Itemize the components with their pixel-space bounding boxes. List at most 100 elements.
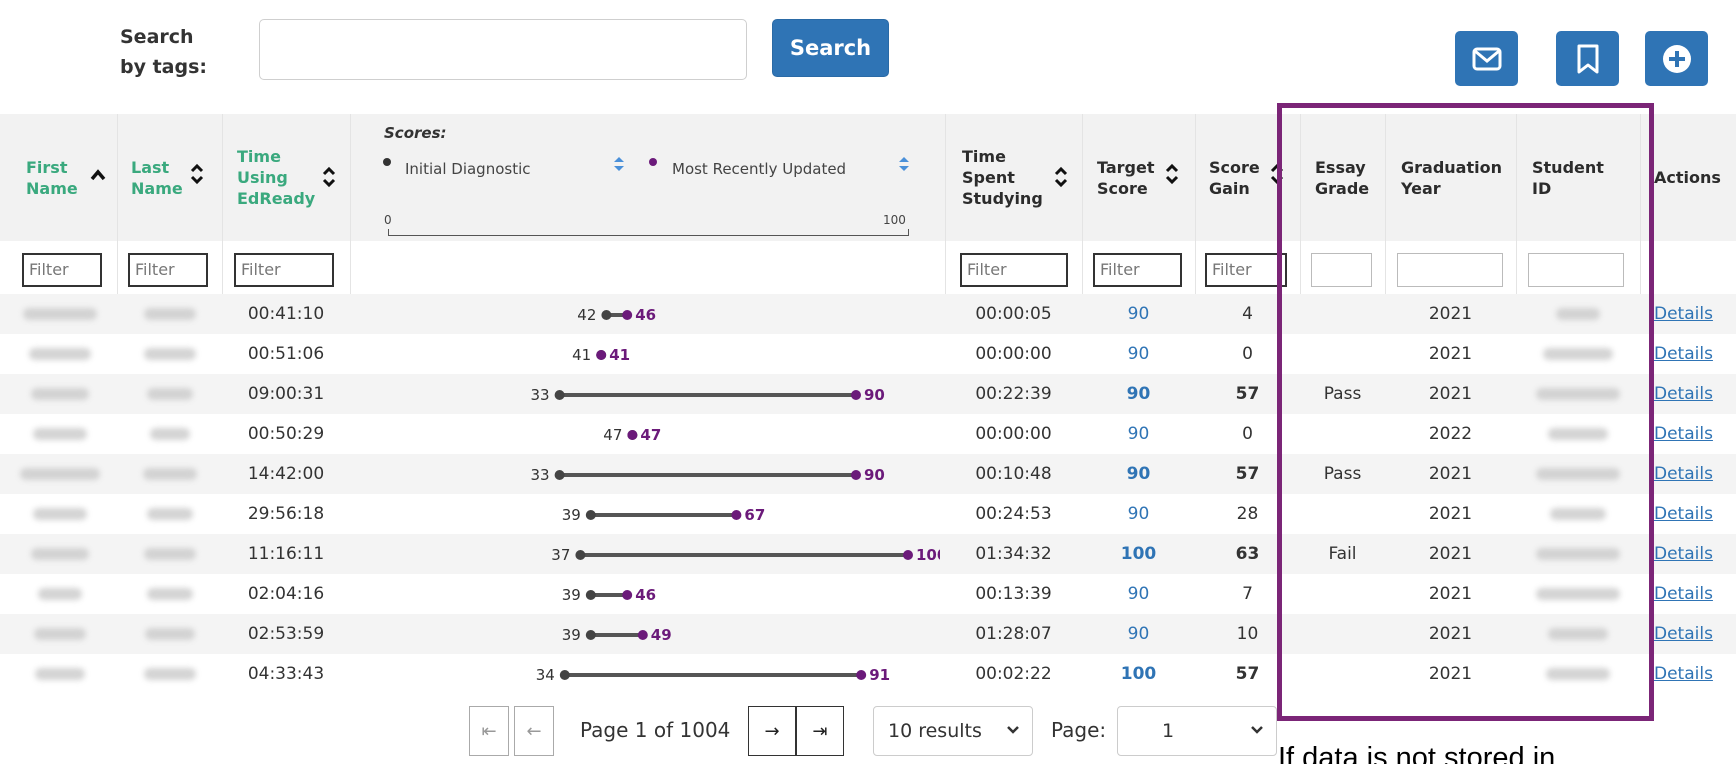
score-dumbbell: 34 91 xyxy=(536,666,890,684)
bookmark-icon xyxy=(1577,44,1598,73)
cell-time-spent: 00:13:39 xyxy=(975,584,1052,604)
initial-score-dot xyxy=(554,470,565,480)
sort-icon[interactable] xyxy=(1165,163,1179,185)
results-per-page-select[interactable]: 10 results xyxy=(873,706,1033,756)
details-link[interactable]: Details xyxy=(1654,464,1713,484)
sort-ascending-icon[interactable] xyxy=(90,169,106,181)
first-name-redacted xyxy=(31,548,89,560)
filter-score-gain[interactable]: Filter xyxy=(1205,253,1287,287)
recent-score-dot xyxy=(622,310,633,320)
initial-score-dot xyxy=(554,390,565,400)
initial-score-label: 33 xyxy=(531,386,550,404)
last-page-button[interactable]: ⇥ xyxy=(796,706,844,756)
prev-page-button[interactable]: ← xyxy=(514,706,554,756)
add-button[interactable] xyxy=(1645,31,1708,86)
details-link-cell: Details xyxy=(1640,414,1736,454)
cell-time-using: 29:56:18 xyxy=(247,504,325,524)
recent-score-dot xyxy=(903,550,913,560)
page-label: Page: xyxy=(1051,718,1107,742)
details-link-cell: Details xyxy=(1640,654,1736,694)
recent-score-label: 67 xyxy=(744,506,765,524)
cell-time-using: 00:51:06 xyxy=(247,344,325,364)
details-link-cell: Details xyxy=(1640,534,1736,574)
page-select[interactable]: 1 xyxy=(1117,706,1277,756)
details-link[interactable]: Details xyxy=(1654,304,1713,324)
recent-score-label: 47 xyxy=(640,426,661,444)
details-link[interactable]: Details xyxy=(1654,424,1713,444)
next-page-button[interactable]: → xyxy=(748,706,796,756)
details-link[interactable]: Details xyxy=(1654,624,1713,644)
chevron-down-icon xyxy=(1251,726,1263,734)
recent-score-label: 49 xyxy=(651,626,672,644)
cell-target-score: 100 xyxy=(1120,664,1157,684)
cell-target-score: 90 xyxy=(1127,424,1150,444)
first-page-button[interactable]: ⇤ xyxy=(469,706,509,756)
last-name-redacted xyxy=(147,388,193,400)
sort-recent-icon[interactable] xyxy=(898,156,910,172)
filter-time-using[interactable]: Filter xyxy=(234,253,334,287)
last-name-redacted xyxy=(147,588,193,600)
score-dumbbell: 39 67 xyxy=(562,506,766,524)
recent-score-dot xyxy=(856,670,867,680)
recent-score-dot xyxy=(627,430,638,440)
legend-initial-label: Initial Diagnostic xyxy=(405,160,531,178)
cell-target-score: 90 xyxy=(1126,384,1151,404)
initial-score-label: 39 xyxy=(562,586,581,604)
sort-icon[interactable] xyxy=(1054,166,1068,188)
scale-max-label: 100 xyxy=(883,213,906,227)
filter-target-score[interactable]: Filter xyxy=(1093,253,1182,287)
sort-icon[interactable] xyxy=(190,163,204,185)
search-label: Search by tags: xyxy=(120,26,208,78)
cell-target-score: 90 xyxy=(1127,624,1150,644)
filter-time-spent[interactable]: Filter xyxy=(960,253,1068,287)
recent-score-label: 90 xyxy=(864,386,885,404)
filter-last-name[interactable]: Filter xyxy=(128,253,208,287)
details-link[interactable]: Details xyxy=(1654,384,1713,404)
initial-score-dot xyxy=(585,630,596,640)
cell-target-score: 90 xyxy=(1127,584,1150,604)
details-link[interactable]: Details xyxy=(1654,584,1713,604)
header-time-using[interactable]: Time Using EdReady xyxy=(237,114,327,241)
cell-target-score: 90 xyxy=(1127,304,1150,324)
header-target-score[interactable]: Target Score xyxy=(1097,114,1167,241)
filter-first-name[interactable]: Filter xyxy=(22,253,102,287)
initial-score-label: 37 xyxy=(551,546,570,564)
search-tags-input[interactable] xyxy=(259,19,747,80)
header-score-gain[interactable]: Score Gain xyxy=(1209,114,1269,241)
email-button[interactable] xyxy=(1455,31,1518,86)
recent-score-dot xyxy=(622,590,633,600)
cell-target-score: 100 xyxy=(1120,544,1157,564)
scale-min-label: 0 xyxy=(384,213,392,227)
cell-time-using: 02:53:59 xyxy=(247,624,325,644)
header-time-spent[interactable]: Time Spent Studying xyxy=(962,114,1043,241)
recent-score-label: 91 xyxy=(869,666,890,684)
details-link[interactable]: Details xyxy=(1654,664,1713,684)
score-dumbbell: 33 90 xyxy=(531,466,885,484)
initial-score-dot xyxy=(601,310,612,320)
last-name-redacted xyxy=(147,508,193,520)
recent-score-label: 90 xyxy=(864,466,885,484)
details-link-cell: Details xyxy=(1640,614,1736,654)
details-link[interactable]: Details xyxy=(1654,344,1713,364)
first-name-redacted xyxy=(33,508,87,520)
search-button[interactable]: Search xyxy=(772,19,889,77)
details-link-cell: Details xyxy=(1640,374,1736,414)
cell-time-using: 04:33:43 xyxy=(247,664,325,684)
score-dumbbell: 39 49 xyxy=(562,626,672,644)
first-name-redacted xyxy=(20,468,100,480)
first-name-redacted xyxy=(35,668,85,680)
scores-title: Scores: xyxy=(384,124,447,142)
recent-score-label: 46 xyxy=(635,586,656,604)
score-scale-axis xyxy=(388,235,909,236)
bookmark-button[interactable] xyxy=(1556,31,1619,86)
details-link[interactable]: Details xyxy=(1654,504,1713,524)
sort-initial-icon[interactable] xyxy=(613,156,625,172)
cell-time-spent: 00:24:53 xyxy=(975,504,1052,524)
cell-time-using: 09:00:31 xyxy=(247,384,325,404)
details-link[interactable]: Details xyxy=(1654,544,1713,564)
initial-score-label: 39 xyxy=(562,506,581,524)
sort-icon[interactable] xyxy=(322,166,336,188)
cell-target-score: 90 xyxy=(1126,464,1151,484)
recent-score-dot xyxy=(731,510,742,520)
score-dumbbell: 42 46 xyxy=(577,306,656,324)
